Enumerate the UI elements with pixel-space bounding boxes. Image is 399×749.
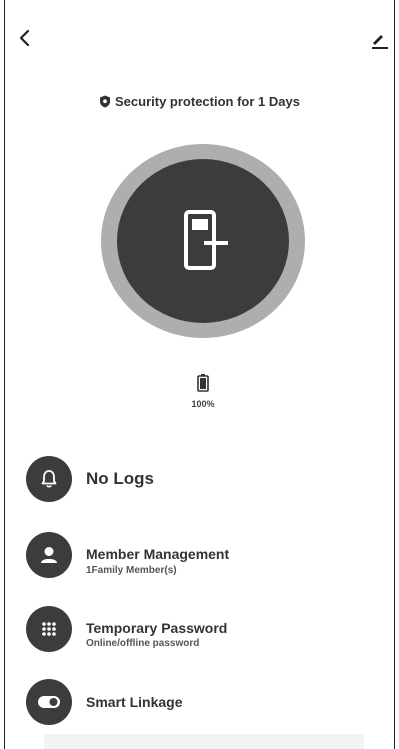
logs-item[interactable]: No Logs: [26, 456, 366, 502]
bell-icon: [26, 456, 72, 502]
security-status: Security protection for 1 Days: [0, 94, 399, 111]
toggle-icon: [26, 679, 72, 725]
member-management-item[interactable]: Member Management 1Family Member(s): [26, 532, 366, 578]
unlock-button[interactable]: [100, 143, 306, 339]
battery-level: 100%: [191, 399, 215, 409]
bottom-panel: [44, 734, 364, 749]
keypad-icon: [26, 606, 72, 652]
temporary-password-subtext: Online/offline password: [86, 638, 200, 649]
chevron-left-icon: [19, 29, 30, 47]
member-management-label: Member Management: [86, 546, 230, 562]
member-count-text: 1Family Member(s): [86, 565, 177, 576]
lock-inner-circle: [117, 159, 289, 323]
back-button[interactable]: [14, 26, 38, 50]
shield-icon: [99, 95, 111, 111]
temporary-password-label: Temporary Password: [86, 620, 228, 636]
edit-button[interactable]: [368, 28, 392, 52]
battery-icon: [196, 374, 210, 392]
smart-linkage-item[interactable]: Smart Linkage: [26, 679, 366, 725]
person-icon: [26, 532, 72, 578]
pencil-icon: [372, 35, 388, 49]
temporary-password-item[interactable]: Temporary Password Online/offline passwo…: [26, 606, 366, 652]
smart-linkage-label: Smart Linkage: [86, 694, 183, 710]
security-status-text: Security protection for 1 Days: [115, 94, 300, 109]
logs-label: No Logs: [86, 469, 154, 488]
